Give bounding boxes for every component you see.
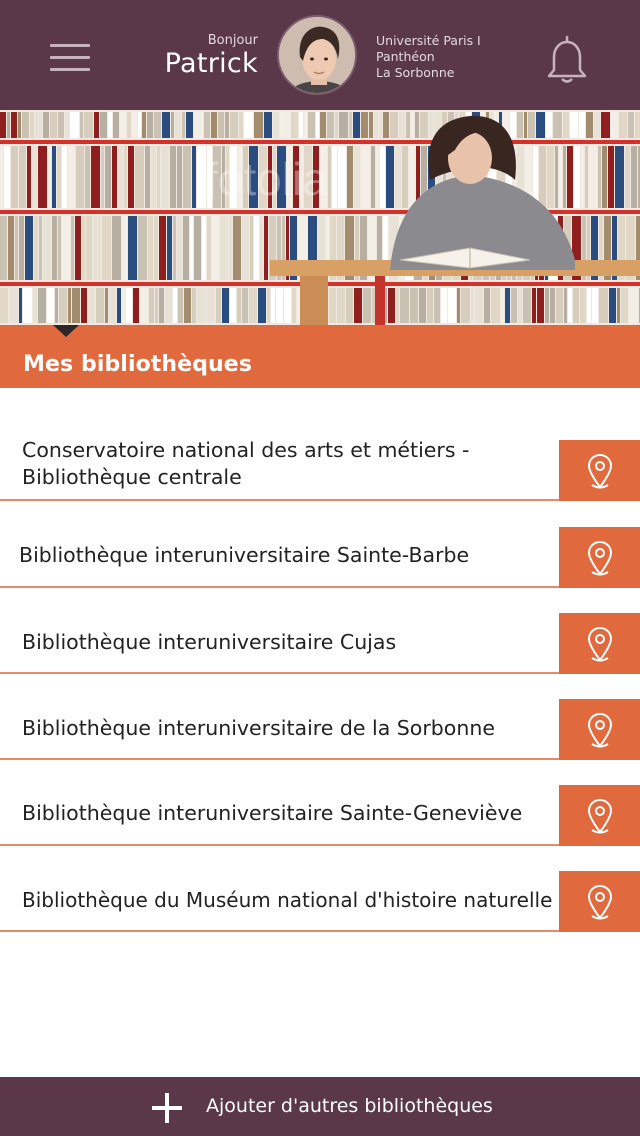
hamburger-menu-icon[interactable] xyxy=(50,42,92,74)
plus-icon xyxy=(152,1093,182,1123)
university-line-1: Université Paris I xyxy=(376,33,481,48)
watermark-text: fotolia xyxy=(205,153,328,205)
greeting-text: Bonjour xyxy=(207,33,258,48)
library-row-cujas[interactable]: Bibliothèque interuniversitaire Cujas xyxy=(0,613,640,674)
row-divider xyxy=(0,586,559,588)
university-line-3: La Sorbonne xyxy=(376,65,455,80)
library-row-sorbonne[interactable]: Bibliothèque interuniversitaire de la So… xyxy=(0,699,640,760)
university-line-2: Panthéon xyxy=(376,49,435,64)
avatar[interactable] xyxy=(277,15,357,95)
library-name: Bibliothèque du Muséum national d'histoi… xyxy=(22,888,553,912)
map-pin-button[interactable] xyxy=(559,871,640,932)
map-pin-icon xyxy=(587,626,613,662)
library-name: Conservatoire national des arts et métie… xyxy=(22,437,547,491)
library-name-line-1: Conservatoire national des arts et métie… xyxy=(22,438,470,462)
top-header: Bonjour Patrick Université Paris I Panth… xyxy=(0,0,640,110)
map-pin-icon xyxy=(587,453,613,489)
library-name: Bibliothèque interuniversitaire Sainte-G… xyxy=(22,801,523,825)
section-header: Mes bibliothèques xyxy=(0,325,640,388)
map-pin-icon xyxy=(587,798,613,834)
row-divider xyxy=(0,672,559,674)
library-row-sainte-barbe[interactable]: Bibliothèque interuniversitaire Sainte-B… xyxy=(0,527,640,588)
library-banner-image: fotolia xyxy=(0,110,640,325)
library-name: Bibliothèque interuniversitaire de la So… xyxy=(22,716,495,740)
map-pin-icon xyxy=(587,540,613,576)
library-name: Bibliothèque interuniversitaire Sainte-B… xyxy=(19,543,470,567)
user-name: Patrick xyxy=(164,48,258,79)
avatar-portrait-icon xyxy=(279,17,355,93)
row-divider xyxy=(0,930,559,932)
bell-icon[interactable] xyxy=(542,33,592,85)
row-divider xyxy=(0,758,559,760)
app-screen: Bonjour Patrick Université Paris I Panth… xyxy=(0,0,640,1136)
add-libraries-button[interactable]: Ajouter d'autres bibliothèques xyxy=(0,1077,640,1136)
map-pin-button[interactable] xyxy=(559,440,640,501)
map-pin-button[interactable] xyxy=(559,527,640,588)
section-title: Mes bibliothèques xyxy=(23,352,253,377)
library-name: Bibliothèque interuniversitaire Cujas xyxy=(22,630,397,654)
map-pin-button[interactable] xyxy=(559,785,640,846)
map-pin-button[interactable] xyxy=(559,613,640,674)
map-pin-button[interactable] xyxy=(559,699,640,760)
row-divider xyxy=(0,844,559,846)
row-divider xyxy=(0,499,559,501)
library-row-museum[interactable]: Bibliothèque du Muséum national d'histoi… xyxy=(0,871,640,932)
library-row-cnam[interactable]: Conservatoire national des arts et métie… xyxy=(0,437,640,501)
library-name-line-2: Bibliothèque centrale xyxy=(22,465,242,489)
map-pin-icon xyxy=(587,884,613,920)
library-row-sainte-genevieve[interactable]: Bibliothèque interuniversitaire Sainte-G… xyxy=(0,785,640,846)
user-greeting: Bonjour Patrick xyxy=(165,33,258,80)
pointer-notch xyxy=(53,325,79,337)
add-libraries-label: Ajouter d'autres bibliothèques xyxy=(206,1095,493,1117)
map-pin-icon xyxy=(587,712,613,748)
university-name: Université Paris I Panthéon La Sorbonne xyxy=(376,33,481,81)
